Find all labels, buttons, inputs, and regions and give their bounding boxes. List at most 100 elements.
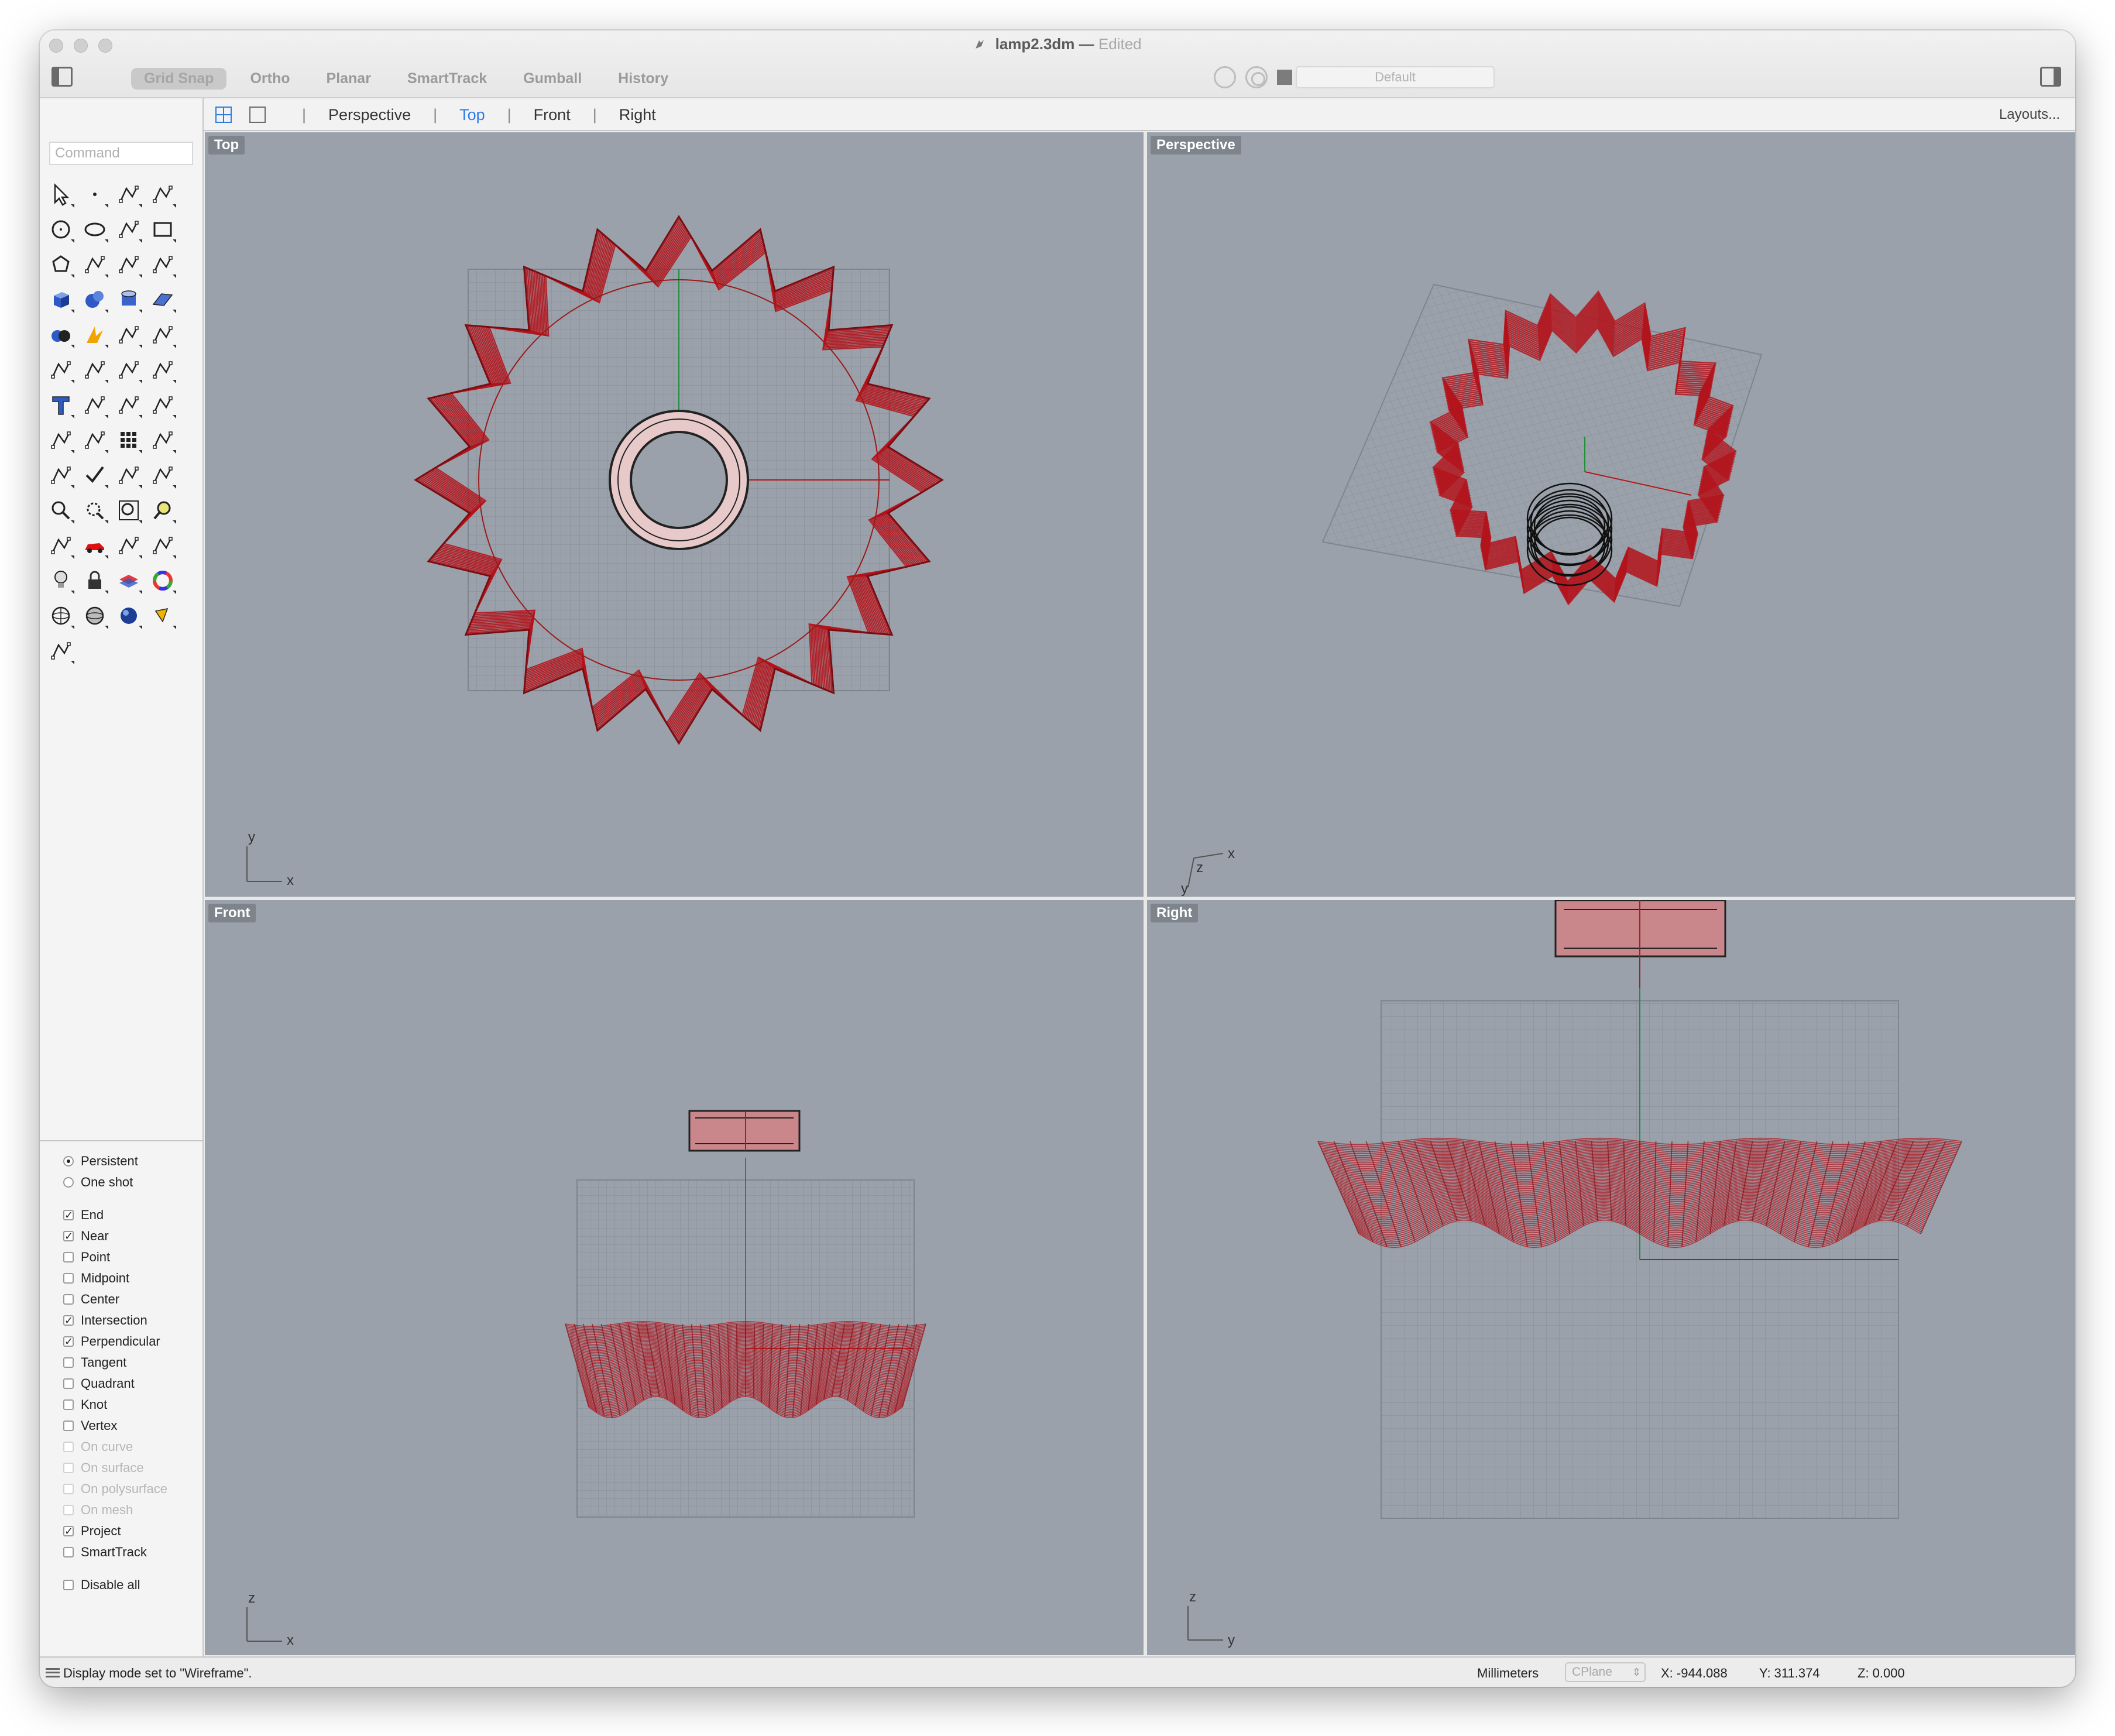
render-sphere-icon[interactable] [114,601,144,631]
osnap-persistent-radio[interactable]: Persistent [40,1151,202,1172]
checkbox[interactable] [63,1273,74,1284]
single-viewport-icon[interactable] [249,107,266,123]
undo-view-icon[interactable] [1214,66,1236,88]
zoom-window-icon[interactable] [80,495,110,526]
osnap-item-vertex[interactable]: Vertex [40,1415,202,1436]
viewport-splitter-horizontal[interactable] [205,897,2075,900]
grid-snap-toggle[interactable]: Grid Snap [131,68,227,90]
paint-bucket-icon[interactable] [147,601,178,631]
array-icon[interactable] [114,425,144,455]
hatch-icon[interactable] [147,390,178,420]
zoom-selected-icon[interactable] [147,495,178,526]
split-icon[interactable] [147,320,178,350]
front-view-canvas[interactable]: z x [205,900,1144,1655]
smarttrack-toggle[interactable]: SmartTrack [394,68,500,90]
four-viewports-icon[interactable] [215,107,232,123]
polyline-icon[interactable] [114,179,144,210]
checkbox[interactable]: ✓ [63,1315,74,1326]
offset-icon[interactable] [114,355,144,385]
rotate-view-icon[interactable] [46,530,76,561]
box-edit-icon[interactable] [46,425,76,455]
select-arrow-icon[interactable] [46,179,76,210]
osnap-item-perpendicular[interactable]: ✓ Perpendicular [40,1331,202,1352]
text-icon[interactable] [46,390,76,420]
explode-icon[interactable] [80,320,110,350]
viewport-label-perspective[interactable]: Perspective [1151,136,1241,155]
zoom-extents-icon[interactable] [114,495,144,526]
osnap-item-tangent[interactable]: Tangent [40,1352,202,1373]
viewport-perspective[interactable]: z x y Perspective [1147,132,2075,897]
cplane-icon[interactable] [46,636,76,666]
align-icon[interactable] [147,425,178,455]
wireframe-sphere-icon[interactable] [46,601,76,631]
gumball-toggle[interactable]: Gumball [510,68,595,90]
checkbox[interactable] [63,1547,74,1557]
command-input[interactable]: Command [49,142,193,165]
tab-top[interactable]: Top [459,106,485,124]
checkbox[interactable] [63,1399,74,1410]
move-icon[interactable] [80,425,110,455]
collar-inner[interactable] [630,431,728,529]
collar-profile[interactable] [1554,900,1726,988]
ellipse-icon[interactable] [80,214,110,245]
viewport-label-front[interactable]: Front [208,904,256,922]
checkbox[interactable]: ✓ [63,1210,74,1220]
transform-icon[interactable] [46,460,76,490]
top-view-canvas[interactable]: y x [205,132,1144,897]
checkbox[interactable]: ✓ [63,1231,74,1241]
map-texture-icon[interactable] [114,530,144,561]
history-toggle[interactable]: History [605,68,681,90]
rectangle-icon[interactable] [147,214,178,245]
tab-right[interactable]: Right [619,106,656,124]
osnap-target-icon[interactable] [1245,66,1268,88]
osnap-item-midpoint[interactable]: Midpoint [40,1268,202,1289]
named-view-icon[interactable] [147,530,178,561]
radio-unselected[interactable] [63,1177,74,1188]
checkbox[interactable]: ✓ [63,1526,74,1536]
layer-icon[interactable] [114,565,144,596]
osnap-item-center[interactable]: Center [40,1289,202,1310]
osnap-disable-all[interactable]: Disable all [40,1574,202,1596]
checkbox[interactable] [63,1421,74,1431]
boolean-icon[interactable] [46,320,76,350]
command-history-icon[interactable] [46,1668,60,1677]
group-icon[interactable] [80,355,110,385]
osnap-item-quadrant[interactable]: Quadrant [40,1373,202,1394]
layouts-button[interactable]: Layouts... [1999,107,2060,123]
sphere-solid-icon[interactable] [80,284,110,315]
checkbox[interactable] [63,1378,74,1389]
units-label[interactable]: Millimeters [1477,1666,1539,1681]
osnap-item-project[interactable]: ✓ Project [40,1521,202,1542]
viewport-top[interactable]: y x Top [205,132,1144,897]
planar-toggle[interactable]: Planar [314,68,384,90]
toggle-left-sidebar-icon[interactable] [51,67,73,87]
current-layer-select[interactable]: Default [1296,66,1495,88]
tab-front[interactable]: Front [534,106,571,124]
arc-icon[interactable] [114,214,144,245]
curve-control-points-icon[interactable] [147,179,178,210]
cplane-select[interactable]: CPlane [1565,1662,1646,1682]
blend-curve-icon[interactable] [147,355,178,385]
collar-profile[interactable] [688,1110,801,1152]
checkbox[interactable] [63,1294,74,1305]
surface-analysis-icon[interactable] [147,460,178,490]
viewport-splitter-vertical[interactable] [1144,132,1147,1655]
box-solid-icon[interactable] [46,284,76,315]
checkbox[interactable] [63,1252,74,1262]
osnap-item-point[interactable]: Point [40,1247,202,1268]
extrude-curve-icon[interactable] [147,249,178,280]
osnap-item-knot[interactable]: Knot [40,1394,202,1415]
light-icon[interactable] [46,565,76,596]
toggle-right-sidebar-icon[interactable] [2040,67,2061,87]
right-view-canvas[interactable]: z y [1147,900,2075,1655]
shaded-sphere-icon[interactable] [80,601,110,631]
radio-selected[interactable] [63,1156,74,1167]
osnap-oneshot-radio[interactable]: One shot [40,1172,202,1193]
circle-icon[interactable] [46,214,76,245]
ortho-toggle[interactable]: Ortho [237,68,303,90]
point-icon[interactable] [80,179,110,210]
planar-surface-icon[interactable] [147,284,178,315]
osnap-item-smarttrack[interactable]: SmartTrack [40,1542,202,1563]
viewport-front[interactable]: z x Front [205,900,1144,1655]
checkbox[interactable]: ✓ [63,1336,74,1347]
